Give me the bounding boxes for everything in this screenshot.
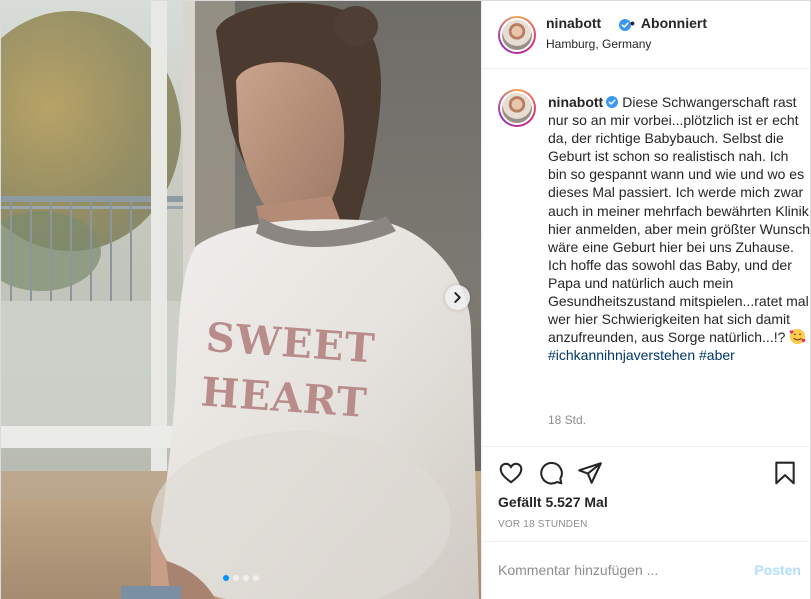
comment-button[interactable] — [538, 460, 564, 486]
caption-section: ninabott Diese Schwangerschaft rast nur s… — [482, 69, 811, 447]
hashtag-link[interactable]: #ichkannihnjaverstehen — [548, 347, 695, 363]
save-button[interactable] — [772, 460, 798, 486]
carousel-dot-4 — [253, 575, 259, 581]
action-bar — [482, 447, 811, 499]
caption: ninabott Diese Schwangerschaft rast nur s… — [548, 93, 810, 364]
chevron-right-icon — [454, 292, 461, 303]
smiling-face-with-hearts-emoji — [789, 329, 806, 345]
caption-avatar[interactable] — [498, 89, 536, 127]
follow-state-button[interactable]: • Abonniert — [630, 15, 707, 31]
comment-form: Kommentar hinzufügen ... Posten — [482, 541, 811, 599]
caption-username[interactable]: ninabott — [548, 94, 603, 110]
follow-state-label: Abonniert — [640, 15, 708, 31]
verified-badge-icon — [606, 96, 619, 108]
hashtag-link[interactable]: #aber — [699, 347, 735, 363]
post-timestamp[interactable]: VOR 18 STUNDEN — [498, 519, 588, 530]
post-comment-button[interactable]: Posten — [754, 562, 801, 578]
post-photo[interactable]: SWEET HEART — [1, 1, 481, 599]
comment-input[interactable]: Kommentar hinzufügen ... — [498, 562, 658, 578]
carousel-indicator — [1, 575, 481, 581]
carousel-dot-2 — [233, 575, 239, 581]
share-icon — [578, 462, 602, 484]
carousel-next-button[interactable] — [445, 285, 470, 310]
likes-count[interactable]: Gefällt 5.527 Mal — [498, 494, 608, 510]
comment-icon — [540, 461, 563, 485]
carousel-dot-3 — [243, 575, 249, 581]
post-side-panel: ninabott • Abonniert Hamburg, Germany nin… — [481, 1, 811, 599]
heart-icon — [499, 462, 523, 484]
instagram-post: SWEET HEART ninabott • Abonniert Hamburg,… — [0, 0, 811, 599]
header-username[interactable]: ninabott — [546, 15, 601, 31]
location-link[interactable]: Hamburg, Germany — [546, 37, 651, 51]
caption-time[interactable]: 18 Std. — [548, 413, 586, 427]
verified-badge-icon — [615, 17, 631, 35]
post-header: ninabott • Abonniert Hamburg, Germany — [482, 1, 811, 69]
photo-image: SWEET HEART — [1, 1, 481, 599]
caption-text: Diese Schwangerschaft rast nur so an mir… — [548, 94, 810, 346]
share-button[interactable] — [577, 460, 603, 486]
bookmark-icon — [775, 461, 795, 485]
carousel-dot-1 — [223, 575, 229, 581]
like-button[interactable] — [498, 460, 524, 486]
avatar[interactable] — [498, 16, 536, 54]
